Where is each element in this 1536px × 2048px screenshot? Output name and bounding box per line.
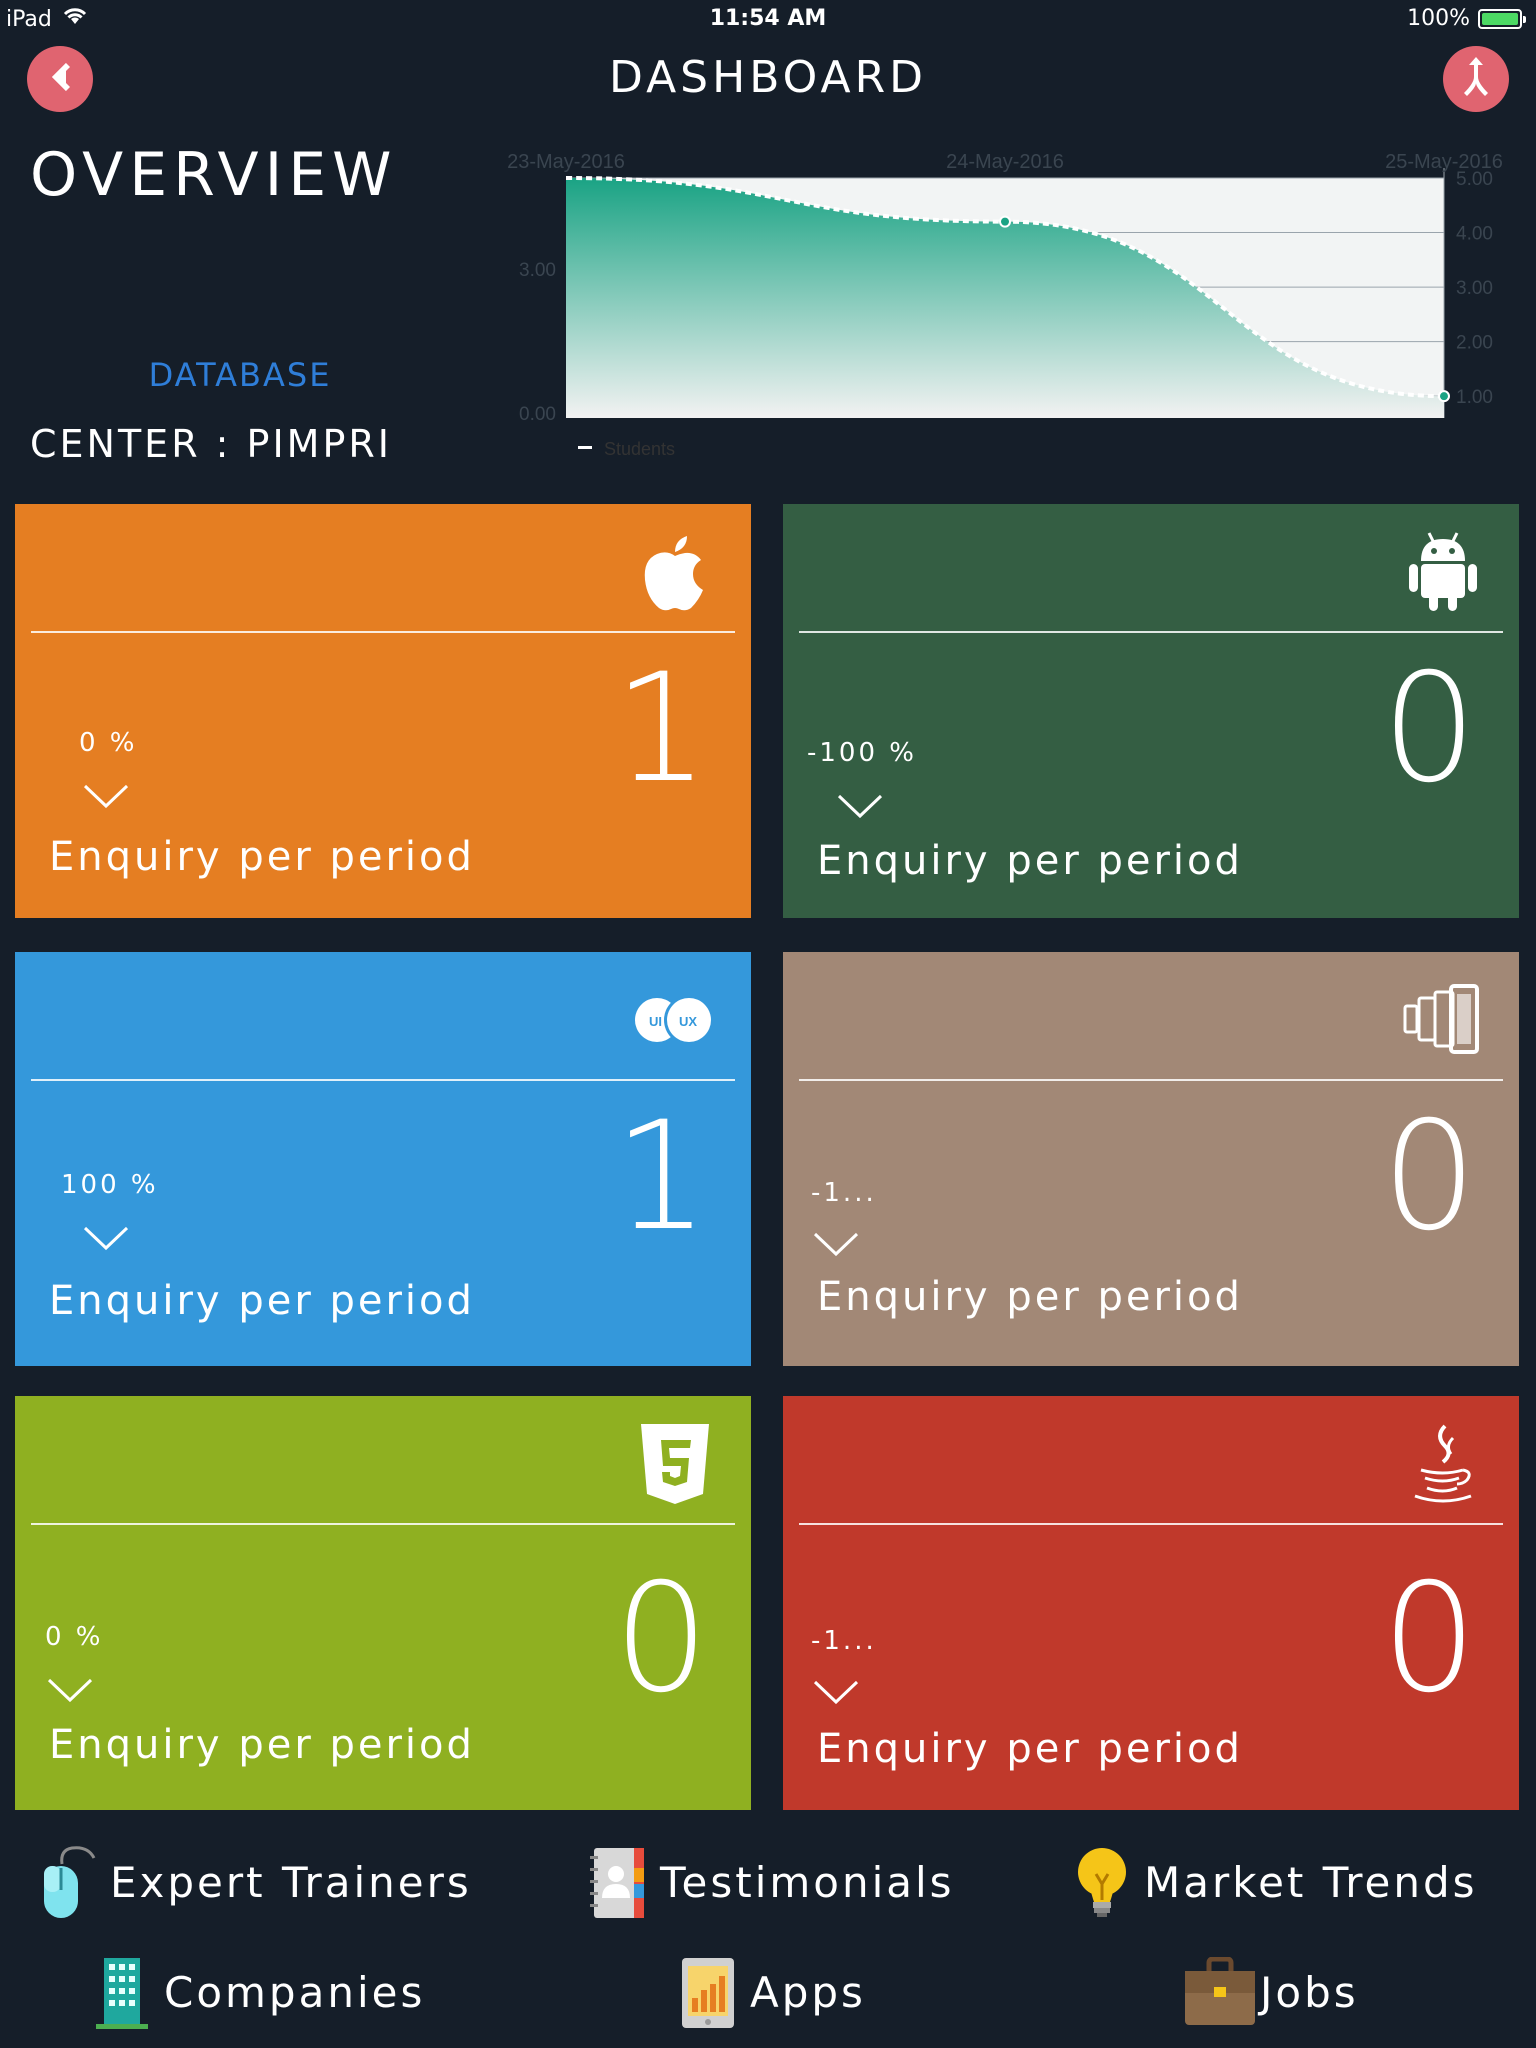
card-value: 0 (613, 1552, 709, 1726)
right-tick-label: 3.00 (1456, 278, 1493, 299)
mouse-icon (36, 1844, 100, 1920)
nav-market-trends[interactable]: Market Trends (1070, 1844, 1478, 1920)
card-divider (31, 1079, 735, 1081)
android-icon (1403, 532, 1483, 612)
nav-testimonials[interactable]: Testimonials (586, 1844, 955, 1920)
tablet-chart-icon (676, 1954, 740, 2030)
nav-label: Expert Trainers (110, 1857, 472, 1907)
card-label: Enquiry per period (49, 834, 475, 880)
merge-button[interactable] (1443, 46, 1509, 112)
svg-text:UX: UX (679, 1014, 697, 1029)
nav-expert-trainers[interactable]: Expert Trainers (36, 1844, 472, 1920)
card-value: 0 (1381, 1552, 1477, 1726)
x-tick-label: 23-May-2016 (507, 151, 625, 173)
overview-title: OVERVIEW (30, 140, 398, 210)
card-percent: 0 % (79, 728, 138, 758)
left-tick-label: 0.00 (519, 404, 556, 425)
card-value: 1 (613, 642, 709, 816)
card-value: 1 (613, 1090, 709, 1264)
card-divider (799, 1523, 1503, 1525)
card-divider (31, 631, 735, 633)
course-card-uiux[interactable]: UI UX 100 % 1 Enquiry per period (15, 952, 751, 1366)
nav-label: Jobs (1260, 1967, 1359, 2017)
chevron-down-icon[interactable] (47, 1676, 93, 1704)
nav-label: Market Trends (1144, 1857, 1478, 1907)
chevron-down-icon[interactable] (813, 1678, 859, 1706)
battery-icon (1478, 8, 1526, 29)
right-tick-label: 5.00 (1456, 169, 1493, 190)
building-icon (90, 1954, 154, 2030)
nav-jobs[interactable]: Jobs (1182, 1954, 1359, 2030)
card-label: Enquiry per period (817, 838, 1243, 884)
status-bar: iPad 11:54 AM 100% (0, 0, 1536, 40)
chevron-down-icon[interactable] (83, 1224, 129, 1252)
card-value: 0 (1381, 642, 1477, 816)
nav-apps[interactable]: Apps (676, 1954, 866, 2030)
data-point[interactable] (999, 215, 1011, 228)
card-percent: -1... (811, 1626, 877, 1656)
legend-swatch (578, 446, 592, 449)
battery-fill (1482, 12, 1518, 25)
card-percent: 100 % (61, 1170, 159, 1200)
card-label: Enquiry per period (49, 1278, 475, 1324)
data-point[interactable] (1438, 390, 1450, 403)
battery-percent: 100% (1407, 6, 1470, 31)
x-tick-label: 24-May-2016 (946, 151, 1064, 173)
ui-ux-icon: UI UX (635, 980, 715, 1060)
page-title: DASHBOARD (608, 52, 928, 103)
course-card-responsive[interactable]: -1... 0 Enquiry per period (783, 952, 1519, 1366)
course-card-android[interactable]: -100 % 0 Enquiry per period (783, 504, 1519, 918)
java-icon (1403, 1424, 1483, 1504)
center-label: CENTER : PIMPRI (30, 422, 392, 466)
card-label: Enquiry per period (817, 1274, 1243, 1320)
chevron-down-icon[interactable] (813, 1230, 859, 1258)
course-card-java[interactable]: -1... 0 Enquiry per period (783, 1396, 1519, 1810)
right-tick-label: 4.00 (1456, 224, 1493, 245)
html5-icon (635, 1424, 715, 1504)
status-time: 11:54 AM (709, 6, 827, 31)
card-divider (799, 631, 1503, 633)
responsive-devices-icon (1403, 980, 1483, 1060)
briefcase-icon (1182, 1954, 1258, 2030)
legend-label: Students (604, 439, 675, 459)
status-right: 100% (1407, 6, 1526, 31)
card-label: Enquiry per period (49, 1722, 475, 1768)
nav-companies[interactable]: Companies (90, 1954, 425, 2030)
chevron-down-icon[interactable] (837, 792, 883, 820)
chevron-down-icon[interactable] (83, 782, 129, 810)
chart-legend: Students (578, 439, 675, 459)
card-percent: -100 % (807, 738, 917, 768)
card-divider (799, 1079, 1503, 1081)
nav-label: Testimonials (660, 1857, 955, 1907)
database-link[interactable]: DATABASE (0, 356, 480, 394)
chart-svg: 23-May-2016 24-May-2016 25-May-2016 3.000.… (507, 151, 1503, 459)
nav-label: Companies (164, 1967, 426, 2017)
card-percent: 0 % (45, 1622, 104, 1652)
students-chart[interactable]: 23-May-2016 24-May-2016 25-May-2016 3.00 0.… (500, 148, 1536, 468)
lightbulb-icon (1070, 1844, 1134, 1920)
card-value: 0 (1381, 1090, 1477, 1264)
course-card-ios[interactable]: 0 % 1 Enquiry per period (15, 504, 751, 918)
apple-icon (635, 532, 715, 612)
right-tick-label: 2.00 (1456, 333, 1493, 354)
merge-arrow-icon (1456, 55, 1496, 103)
nav-label: Apps (750, 1967, 866, 2017)
svg-text:UI: UI (649, 1014, 662, 1029)
right-tick-label: 1.00 (1456, 387, 1493, 408)
contact-book-icon (586, 1844, 650, 1920)
card-label: Enquiry per period (817, 1726, 1243, 1772)
left-tick-label: 3.00 (519, 260, 556, 281)
card-percent: -1... (811, 1178, 877, 1208)
course-card-html5[interactable]: 0 % 0 Enquiry per period (15, 1396, 751, 1810)
card-divider (31, 1523, 735, 1525)
